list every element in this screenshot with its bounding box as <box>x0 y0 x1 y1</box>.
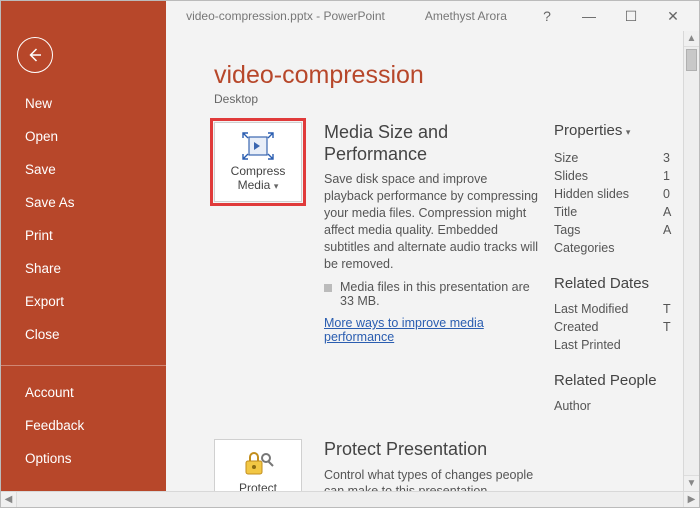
page-subtitle: Desktop <box>214 92 683 106</box>
protect-body: Control what types of changes people can… <box>324 467 540 491</box>
sidebar-item-account[interactable]: Account <box>1 376 166 409</box>
compress-media-icon <box>241 131 275 161</box>
prop-row-modified: Last ModifiedT <box>554 300 677 318</box>
prop-row-size: Size3 <box>554 149 677 167</box>
media-size-bullet-text: Media files in this presentation are 33 … <box>340 280 540 308</box>
hscroll-track[interactable] <box>17 492 683 507</box>
scroll-up-icon[interactable]: ▲ <box>684 31 699 47</box>
prop-row-tags[interactable]: TagsA <box>554 221 677 239</box>
chevron-down-icon: ▾ <box>623 127 630 137</box>
prop-row-slides: Slides1 <box>554 167 677 185</box>
sidebar-item-close[interactable]: Close <box>1 318 166 351</box>
sidebar-separator <box>1 365 166 366</box>
sidebar-item-save[interactable]: Save <box>1 153 166 186</box>
protect-presentation-icon <box>241 448 275 478</box>
sidebar-item-share[interactable]: Share <box>1 252 166 285</box>
titlebar-sidebar-fill <box>1 1 166 31</box>
prop-row-printed: Last Printed <box>554 336 677 354</box>
media-size-heading: Media Size and Performance <box>324 122 540 165</box>
title-center: video-compression.pptx - PowerPoint Amet… <box>166 9 527 23</box>
vertical-scrollbar[interactable]: ▲ ▼ <box>683 31 699 491</box>
sidebar-item-open[interactable]: Open <box>1 120 166 153</box>
sidebar-item-new[interactable]: New <box>1 87 166 120</box>
sidebar-item-export[interactable]: Export <box>1 285 166 318</box>
sidebar-item-print[interactable]: Print <box>1 219 166 252</box>
scroll-right-icon[interactable]: ▶ <box>683 492 699 507</box>
help-button[interactable]: ? <box>527 2 567 30</box>
close-button[interactable]: ✕ <box>653 2 693 30</box>
prop-row-author: Author <box>554 397 677 415</box>
content-area: video-compression Desktop <box>166 31 699 491</box>
related-people-heading: Related People <box>554 372 677 389</box>
protect-presentation-button[interactable]: Protect Presentation ▾ <box>214 439 302 491</box>
minimize-button[interactable]: — <box>569 2 609 30</box>
media-size-bullet: Media files in this presentation are 33 … <box>324 280 540 308</box>
media-size-body: Save disk space and improve playback per… <box>324 171 540 272</box>
arrow-left-icon <box>26 46 44 64</box>
sidebar-item-save-as[interactable]: Save As <box>1 186 166 219</box>
sidebar-item-feedback[interactable]: Feedback <box>1 409 166 442</box>
properties-heading[interactable]: Properties ▾ <box>554 122 677 139</box>
scroll-down-icon[interactable]: ▼ <box>684 475 699 491</box>
prop-row-categories[interactable]: Categories <box>554 239 677 257</box>
more-ways-link[interactable]: More ways to improve media performance <box>324 316 540 344</box>
prop-row-hidden: Hidden slides0 <box>554 185 677 203</box>
page-title: video-compression <box>214 61 683 90</box>
bullet-icon <box>324 284 332 292</box>
back-button[interactable] <box>17 37 53 73</box>
prop-row-created: CreatedT <box>554 318 677 336</box>
horizontal-scrollbar[interactable]: ◀ ▶ <box>1 491 699 507</box>
protect-presentation-label: Protect Presentation ▾ <box>215 482 301 491</box>
backstage-sidebar: New Open Save Save As Print Share Export… <box>1 31 166 491</box>
related-dates-heading: Related Dates <box>554 275 677 292</box>
protect-heading: Protect Presentation <box>324 439 540 461</box>
titlebar: video-compression.pptx - PowerPoint Amet… <box>1 1 699 31</box>
compress-media-label: Compress Media ▾ <box>215 165 301 193</box>
window-controls: ? — ☐ ✕ <box>527 2 693 30</box>
scroll-left-icon[interactable]: ◀ <box>1 492 17 507</box>
chevron-down-icon: ▾ <box>271 181 278 191</box>
document-title: video-compression.pptx - PowerPoint <box>186 9 385 23</box>
maximize-button[interactable]: ☐ <box>611 2 651 30</box>
prop-row-title[interactable]: TitleA <box>554 203 677 221</box>
account-name[interactable]: Amethyst Arora <box>425 9 507 23</box>
sidebar-item-options[interactable]: Options <box>1 442 166 475</box>
compress-media-button[interactable]: Compress Media ▾ <box>214 122 302 202</box>
scroll-thumb[interactable] <box>686 49 697 71</box>
